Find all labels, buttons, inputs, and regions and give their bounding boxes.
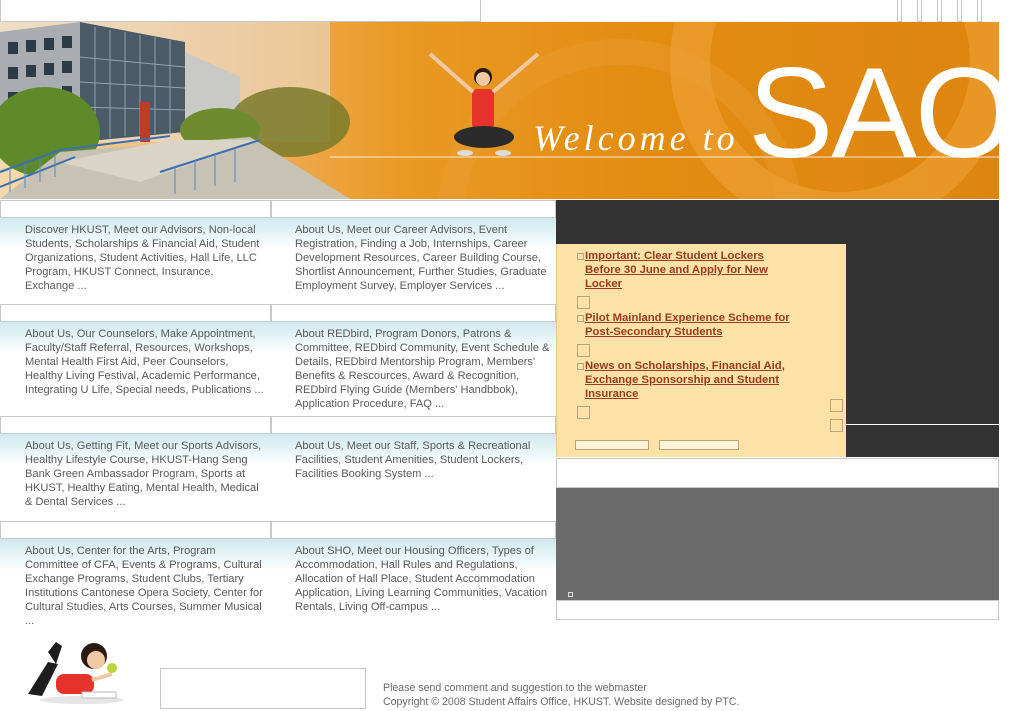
sao-logo-text: SAO (748, 42, 999, 185)
bullet-icon (577, 253, 584, 260)
cell-header (271, 416, 556, 434)
news-panel: Important: Clear Student Lockers Before … (556, 244, 846, 457)
news-link[interactable]: News on Scholarships, Financial Aid, Exc… (585, 359, 790, 401)
feature-panel (556, 488, 999, 600)
spacer-image-icon (577, 344, 590, 357)
top-tab-marker (897, 0, 902, 22)
top-tab-marker (917, 0, 922, 22)
news-header-panel (556, 200, 999, 244)
top-tab-marker (957, 0, 962, 22)
student-figure (428, 52, 540, 156)
services-cell-links[interactable]: About SHO, Meet our Housing Officers, Ty… (271, 539, 556, 621)
top-tab-marker (937, 0, 942, 22)
services-cell-links[interactable]: About Us, Meet our Staff, Sports & Recre… (271, 434, 556, 521)
spacer-image-icon (830, 399, 843, 412)
cell-header (0, 304, 271, 322)
cell-header (271, 304, 556, 322)
prev-news-button[interactable] (575, 440, 649, 450)
services-cell-links[interactable]: About Us, Center for the Arts, Program C… (0, 539, 271, 627)
spacer-box (556, 458, 999, 488)
cell-header (271, 200, 556, 218)
top-bar-box (0, 0, 481, 22)
cell-header (271, 521, 556, 539)
side-dark-panel (846, 425, 999, 457)
spacer-image-icon (830, 419, 843, 432)
spacer-image-icon (577, 296, 590, 309)
services-cell-links[interactable]: Discover HKUST, Meet our Advisors, Non-l… (0, 218, 271, 304)
reading-student-image (20, 634, 130, 706)
top-tab-marker (977, 0, 982, 22)
footer-box (160, 668, 366, 709)
cell-header (0, 521, 271, 539)
bullet-icon (577, 315, 584, 322)
news-link[interactable]: Pilot Mainland Experience Scheme for Pos… (585, 311, 790, 339)
cell-header (0, 200, 271, 218)
welcome-banner: Welcome to SAO (0, 22, 999, 199)
services-cell-links[interactable]: About Us, Our Counselors, Make Appointme… (0, 322, 271, 416)
services-cell-links[interactable]: About Us, Meet our Career Advisors, Even… (271, 218, 556, 304)
side-dark-panel (846, 244, 999, 424)
spacer-image-icon (577, 406, 590, 419)
footer-webmaster-line[interactable]: Please send comment and suggestion to th… (383, 682, 647, 694)
footer-copyright: Copyright © 2008 Student Affairs Office,… (383, 696, 740, 708)
spacer-image-icon (568, 592, 573, 597)
services-cell-links[interactable]: About REDbird, Program Donors, Patrons &… (271, 322, 556, 416)
welcome-text: Welcome to (533, 118, 739, 158)
spacer-box (556, 600, 999, 620)
next-news-button[interactable] (659, 440, 739, 450)
bullet-icon (577, 363, 584, 370)
cell-header (0, 416, 271, 434)
services-cell-links[interactable]: About Us, Getting Fit, Meet our Sports A… (0, 434, 271, 521)
news-link[interactable]: Important: Clear Student Lockers Before … (585, 249, 790, 291)
